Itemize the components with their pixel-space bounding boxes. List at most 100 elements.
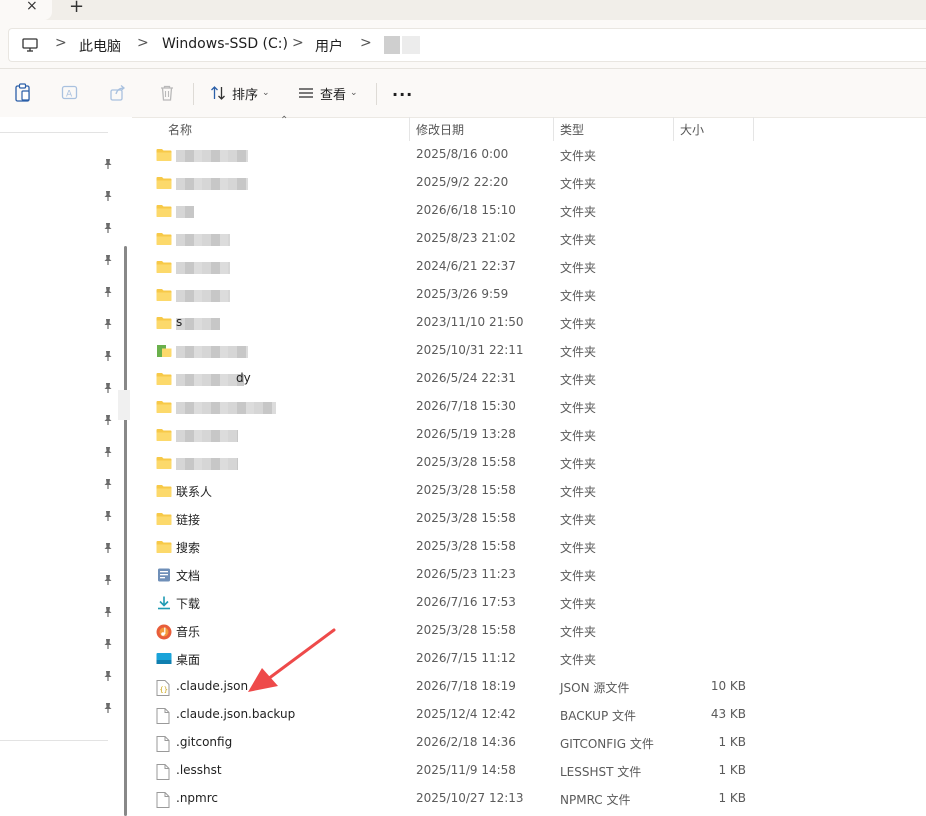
file-date: 2025/8/23 21:02	[416, 231, 516, 245]
file-name: .gitconfig	[176, 735, 233, 749]
list-item[interactable]: 2026/5/19 13:28 文件夹	[134, 421, 926, 449]
list-item[interactable]: .gitconfig 2026/2/18 14:36 GITCONFIG 文件 1 K…	[134, 729, 926, 757]
list-item[interactable]: dy 2026/5/24 22:31 文件夹	[134, 365, 926, 393]
file-type: 文件夹	[560, 429, 597, 443]
file-type: 文件夹	[560, 541, 597, 555]
folder-icon	[156, 540, 172, 554]
sort-button[interactable]: 排序 ⌄	[210, 81, 270, 105]
chevron-down-icon: ⌄	[350, 88, 358, 98]
column-divider[interactable]	[673, 117, 674, 141]
pin-icon[interactable]	[102, 574, 114, 586]
list-item[interactable]: 桌面 2026/7/15 11:12 文件夹	[134, 645, 926, 673]
delete-button[interactable]	[158, 81, 176, 105]
pin-icon[interactable]	[102, 414, 114, 426]
list-item[interactable]: 2025/8/23 21:02 文件夹	[134, 225, 926, 253]
column-divider[interactable]	[753, 117, 754, 141]
list-item[interactable]: 2025/3/28 15:58 文件夹	[134, 449, 926, 477]
nav-scroll-thumb[interactable]	[118, 390, 130, 420]
computer-icon[interactable]	[21, 36, 39, 54]
file-date: 2025/3/28 15:58	[416, 539, 516, 553]
breadcrumb-redacted-user[interactable]	[384, 36, 400, 54]
redacted-name	[176, 402, 276, 414]
list-item[interactable]: s 2023/11/10 21:50 文件夹	[134, 309, 926, 337]
file-date: 2025/12/4 12:42	[416, 707, 516, 721]
list-item[interactable]: 链接 2025/3/28 15:58 文件夹	[134, 505, 926, 533]
list-item[interactable]: .lesshst 2025/11/9 14:58 LESSHST 文件 1 KB	[134, 757, 926, 785]
tab-close-button[interactable]: ×	[26, 0, 38, 14]
file-date: 2025/8/16 0:00	[416, 147, 509, 161]
pin-icon[interactable]	[102, 286, 114, 298]
list-item[interactable]: 2025/9/2 22:20 文件夹	[134, 169, 926, 197]
pin-icon[interactable]	[102, 478, 114, 490]
rename-button[interactable]: A	[61, 81, 79, 105]
redacted-name	[176, 346, 248, 358]
file-name: 文档	[176, 569, 201, 583]
pin-icon[interactable]	[102, 510, 114, 522]
column-divider[interactable]	[553, 117, 554, 141]
nav-scrollbar[interactable]	[124, 246, 127, 816]
pin-icon[interactable]	[102, 382, 114, 394]
column-name[interactable]: 名称	[168, 121, 192, 138]
breadcrumb-users[interactable]: 用户	[315, 36, 343, 56]
active-tab[interactable]: ×	[0, 0, 52, 20]
share-button[interactable]	[109, 81, 127, 105]
pin-icon[interactable]	[102, 254, 114, 266]
list-item[interactable]: 联系人 2025/3/28 15:58 文件夹	[134, 477, 926, 505]
column-type[interactable]: 类型	[560, 121, 584, 138]
folder-icon	[156, 260, 172, 274]
pin-icon[interactable]	[102, 638, 114, 650]
folder-icon	[156, 400, 172, 414]
new-tab-button[interactable]: +	[69, 0, 84, 17]
breadcrumb-drive-c[interactable]: Windows-SSD (C:)	[162, 36, 288, 52]
pin-icon[interactable]	[102, 158, 114, 170]
trash-icon	[161, 85, 173, 101]
pin-icon[interactable]	[102, 542, 114, 554]
breadcrumb-separator[interactable]: >	[137, 35, 149, 51]
breadcrumb-this-pc[interactable]: 此电脑	[79, 36, 121, 56]
pin-icon[interactable]	[102, 606, 114, 618]
list-item[interactable]: 2025/3/26 9:59 文件夹	[134, 281, 926, 309]
list-item[interactable]: 2025/10/31 22:11 文件夹	[134, 337, 926, 365]
list-item[interactable]: .claude.json.backup 2025/12/4 12:42 BACKUP…	[134, 701, 926, 729]
list-item[interactable]: .npmrc 2025/10/27 12:13 NPMRC 文件 1 KB	[134, 785, 926, 813]
column-date[interactable]: 修改日期	[416, 121, 464, 138]
pin-icon[interactable]	[102, 222, 114, 234]
list-item[interactable]: 文档 2026/5/23 11:23 文件夹	[134, 561, 926, 589]
column-divider[interactable]	[409, 117, 410, 141]
list-item[interactable]: 音乐 2025/3/28 15:58 文件夹	[134, 617, 926, 645]
pin-icon[interactable]	[102, 446, 114, 458]
svg-text:A: A	[66, 90, 73, 100]
file-date: 2026/5/23 11:23	[416, 567, 516, 581]
file-type: 文件夹	[560, 233, 597, 247]
pin-icon[interactable]	[102, 702, 114, 714]
list-item[interactable]: 搜索 2025/3/28 15:58 文件夹	[134, 533, 926, 561]
redacted-name	[176, 290, 230, 302]
column-size[interactable]: 大小	[680, 121, 704, 138]
list-item[interactable]: 2026/7/18 15:30 文件夹	[134, 393, 926, 421]
breadcrumb[interactable]: > 此电脑 > Windows-SSD (C:) > 用户 >	[8, 28, 926, 62]
paste-button[interactable]	[14, 81, 32, 105]
file-name: .npmrc	[176, 791, 218, 805]
list-item[interactable]: 2025/8/16 0:00 文件夹	[134, 141, 926, 169]
more-options-button[interactable]: ...	[392, 81, 413, 105]
file-type: 文件夹	[560, 485, 597, 499]
list-item[interactable]: 2026/6/18 15:10 文件夹	[134, 197, 926, 225]
pin-icon[interactable]	[102, 350, 114, 362]
view-button[interactable]: 查看 ⌄	[298, 81, 358, 105]
breadcrumb-separator[interactable]: >	[55, 35, 67, 51]
breadcrumb-separator[interactable]: >	[360, 35, 372, 51]
pin-icon[interactable]	[102, 190, 114, 202]
list-item[interactable]: 下载 2026/7/16 17:53 文件夹	[134, 589, 926, 617]
pin-icon[interactable]	[102, 670, 114, 682]
list-item[interactable]: {} .claude.json 2026/7/18 18:19 JSON 源文件 10 …	[134, 673, 926, 701]
view-list-icon	[299, 88, 313, 98]
toolbar-divider	[193, 83, 194, 105]
toolbar-divider	[376, 83, 377, 105]
file-type: JSON 源文件	[560, 681, 630, 695]
list-item[interactable]: 2024/6/21 22:37 文件夹	[134, 253, 926, 281]
breadcrumb-separator[interactable]: >	[292, 35, 304, 51]
pin-icon[interactable]	[102, 318, 114, 330]
file-icon	[156, 792, 172, 808]
file-date: 2026/7/16 17:53	[416, 595, 516, 609]
file-date: 2026/7/18 15:30	[416, 399, 516, 413]
